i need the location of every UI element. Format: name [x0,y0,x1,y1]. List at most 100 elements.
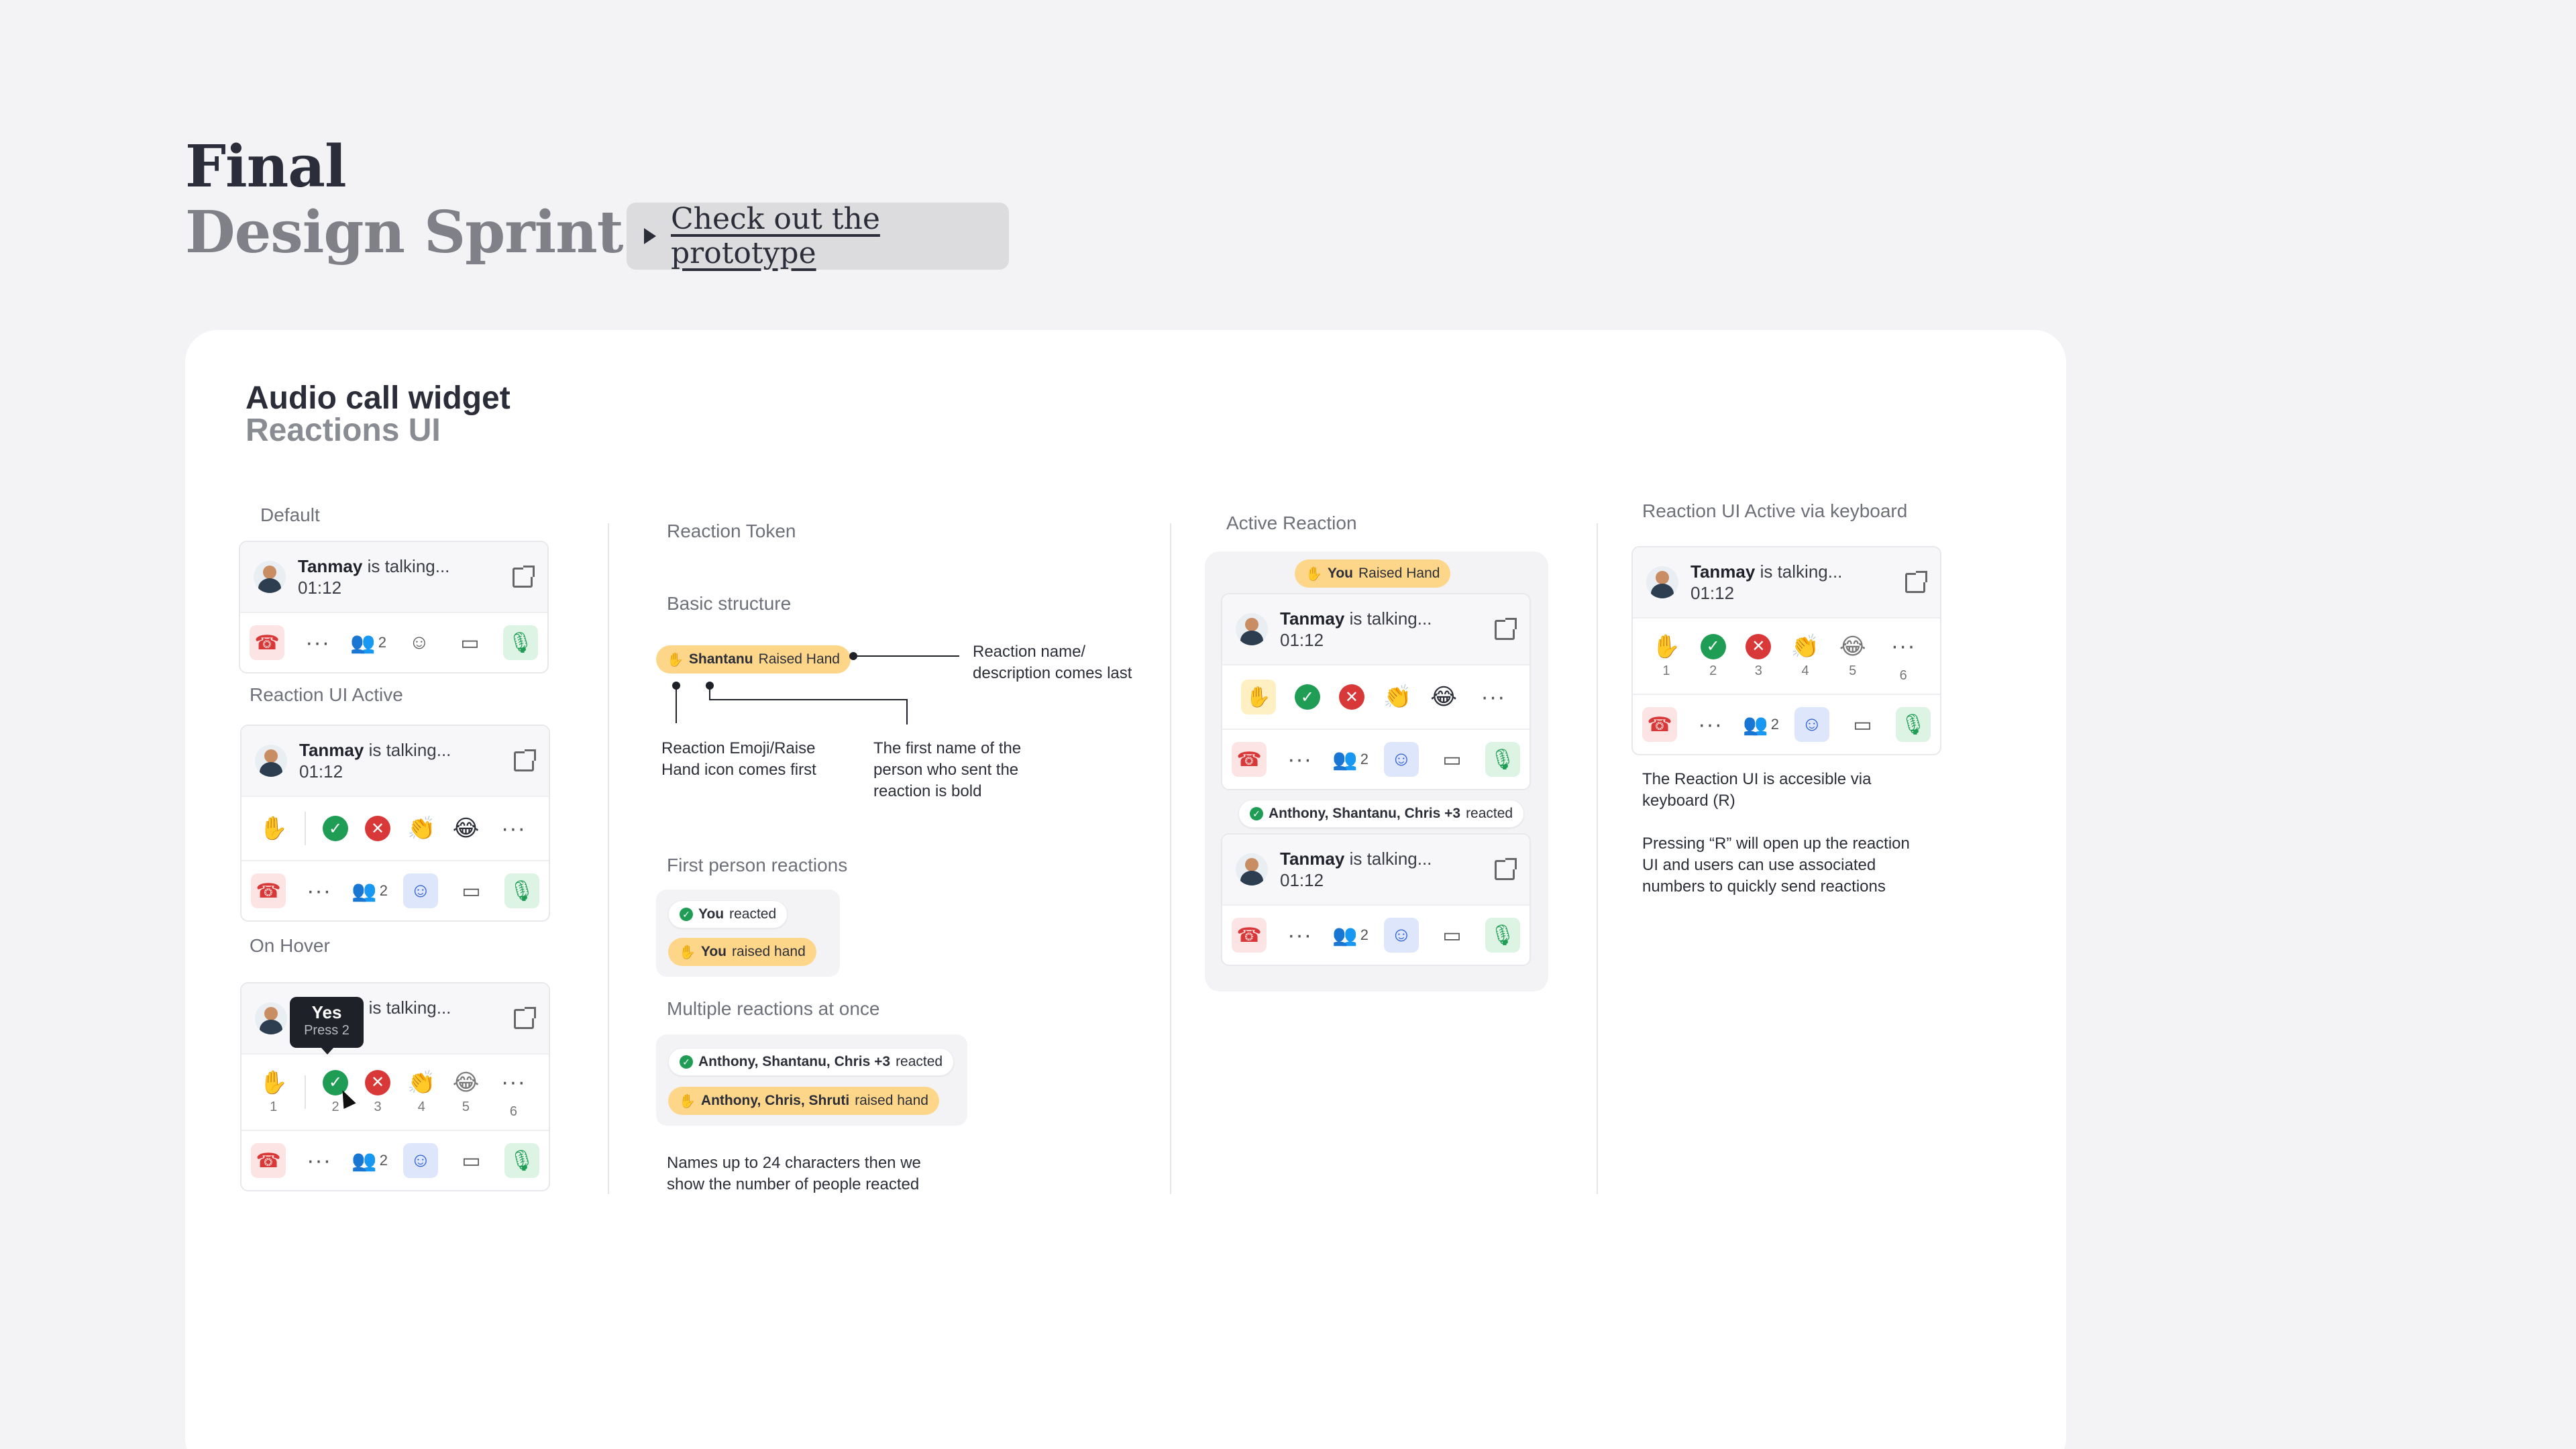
avatar [255,745,287,777]
no-icon[interactable]: ✕ [1746,633,1772,659]
raise-hand-icon: ✋ [679,1093,696,1109]
end-call-icon[interactable]: ☎ [251,873,286,908]
end-call-icon[interactable]: ☎ [1642,707,1677,742]
reaction-token-you-raised: ✋ You raised hand [668,938,816,966]
participants-icon[interactable]: 👥 2 [1332,742,1368,777]
clap-icon[interactable]: 👏 [407,816,435,841]
section-label-default: Default [260,504,320,525]
raise-hand-icon[interactable]: ✋ [260,816,288,841]
reaction-row: ✋ ✓ ✕ 👏 😂 ··· [241,796,549,860]
mic-icon[interactable]: 🎙 [1485,742,1520,777]
widget-header: Tanmay is talking... 01:12 [1222,835,1529,904]
reaction-token-active-you: ✋ You Raised Hand [1295,559,1451,588]
reaction-icon[interactable]: ☺ [402,873,438,908]
divider [608,523,609,1194]
external-link-icon[interactable] [514,749,536,771]
external-link-icon[interactable] [1905,571,1927,593]
note-name-desc: Reaction name/ description comes last [973,643,1132,682]
more-icon[interactable]: ··· [1693,707,1728,742]
check-icon: ✓ [1250,807,1263,820]
call-controls: ☎ ··· 👥 2 ☺ ▭ 🎙 [1222,904,1529,965]
screen-share-icon[interactable]: ▭ [1434,918,1469,953]
reaction-icon[interactable]: ☺ [402,1143,438,1178]
reaction-icon[interactable]: ☺ [1383,918,1419,953]
end-call-icon[interactable]: ☎ [251,1143,286,1178]
external-link-icon[interactable] [513,566,535,588]
more-icon[interactable]: ··· [1283,742,1318,777]
call-widget-hover: Tanmay is talking... ✋1 ✓2 ✕3 👏4 😂5 ···6… [240,982,550,1191]
no-icon[interactable]: ✕ [365,1069,391,1095]
tooltip-title: Yes [311,1002,342,1022]
reaction-token-multi-raised: ✋ Anthony, Chris, Shruti raised hand [668,1087,939,1115]
call-widget-reaction-active: Tanmay is talking... 01:12 ✋ ✓ ✕ 👏 😂 ··· … [240,724,550,922]
token-action: reacted [729,906,777,922]
yes-icon[interactable]: ✓ [323,816,349,841]
screen-share-icon[interactable]: ▭ [1845,707,1880,742]
more-icon[interactable]: ··· [496,811,531,846]
participants-icon[interactable]: 👥 2 [350,625,386,660]
divider [1170,523,1171,1194]
external-link-icon[interactable] [1495,618,1517,640]
laugh-icon[interactable]: 😂 [453,816,480,841]
laugh-icon[interactable]: 😂 [453,1070,480,1095]
participants-icon[interactable]: 👥 2 [1743,707,1779,742]
end-call-icon[interactable]: ☎ [1232,742,1267,777]
mic-icon[interactable]: 🎙 [504,1143,539,1178]
note-emoji-first: Reaction Emoji/Raise Hand icon comes fir… [661,739,816,779]
participants-count: 2 [379,882,388,899]
laugh-icon[interactable]: 😂 [1430,684,1457,710]
reaction-icon[interactable]: ☺ [1794,707,1829,742]
section-label-reaction-ui-active: Reaction UI Active [250,684,403,705]
call-timer: 01:12 [1690,583,1735,603]
end-call-icon[interactable]: ☎ [1232,918,1267,953]
clap-icon[interactable]: 👏 [407,1070,435,1095]
more-icon[interactable]: ··· [496,1065,531,1100]
screen-share-icon[interactable]: ▭ [453,1143,488,1178]
mic-icon[interactable]: 🎙 [502,625,538,660]
token-name: Anthony, Shantanu, Chris +3 [698,1054,891,1069]
more-icon[interactable]: ··· [301,625,335,660]
lower-hand-icon[interactable]: ✋ [1240,680,1276,714]
card-subtitle: Reactions UI [246,413,441,448]
reaction-icon[interactable]: ☺ [1383,742,1419,777]
call-timer: 01:12 [299,761,343,782]
participants-icon[interactable]: 👥 2 [1332,918,1368,953]
end-call-icon[interactable]: ☎ [250,625,284,660]
avatar [1236,853,1268,885]
shortcut-number: 3 [374,1099,382,1114]
reaction-token-you-reacted: ✓ You reacted [668,900,788,928]
participants-icon[interactable]: 👥 2 [352,873,388,908]
external-link-icon[interactable] [514,1007,536,1029]
more-icon[interactable]: ··· [302,1143,337,1178]
note-keyboard-1: The Reaction UI is accesible via keyboar… [1642,770,1872,810]
more-icon[interactable]: ··· [1283,918,1318,953]
participants-icon[interactable]: 👥 2 [352,1143,388,1178]
prototype-link-button[interactable]: Check out the prototype [627,202,1009,270]
no-icon[interactable]: ✕ [1338,684,1364,710]
reaction-icon[interactable]: ☺ [402,625,437,660]
clap-icon[interactable]: 👏 [1383,684,1411,710]
yes-icon[interactable]: ✓ [1294,684,1320,710]
speaker-name: Tanmay [1280,849,1345,869]
token-name: You [698,906,724,922]
clap-icon[interactable]: 👏 [1791,634,1819,659]
separator [304,812,306,845]
yes-icon[interactable]: ✓ [1700,633,1726,659]
raise-hand-icon[interactable]: ✋ [1652,634,1680,659]
more-icon[interactable]: ··· [302,873,337,908]
mic-icon[interactable]: 🎙 [1895,707,1931,742]
screen-share-icon[interactable]: ▭ [1434,742,1469,777]
no-icon[interactable]: ✕ [365,816,391,841]
external-link-icon[interactable] [1495,858,1517,880]
call-controls: ☎ ··· 👥 2 ☺ ▭ 🎙 [1633,694,1940,754]
more-icon[interactable]: ··· [1476,680,1511,714]
screen-share-icon[interactable]: ▭ [452,625,487,660]
mic-icon[interactable]: 🎙 [1485,918,1520,953]
token-action: Raised Hand [758,651,840,667]
laugh-icon[interactable]: 😂 [1839,634,1866,659]
shortcut-number: 2 [1709,663,1717,678]
more-icon[interactable]: ··· [1886,629,1921,664]
screen-share-icon[interactable]: ▭ [453,873,488,908]
mic-icon[interactable]: 🎙 [504,873,539,908]
raise-hand-icon[interactable]: ✋ [260,1070,288,1095]
